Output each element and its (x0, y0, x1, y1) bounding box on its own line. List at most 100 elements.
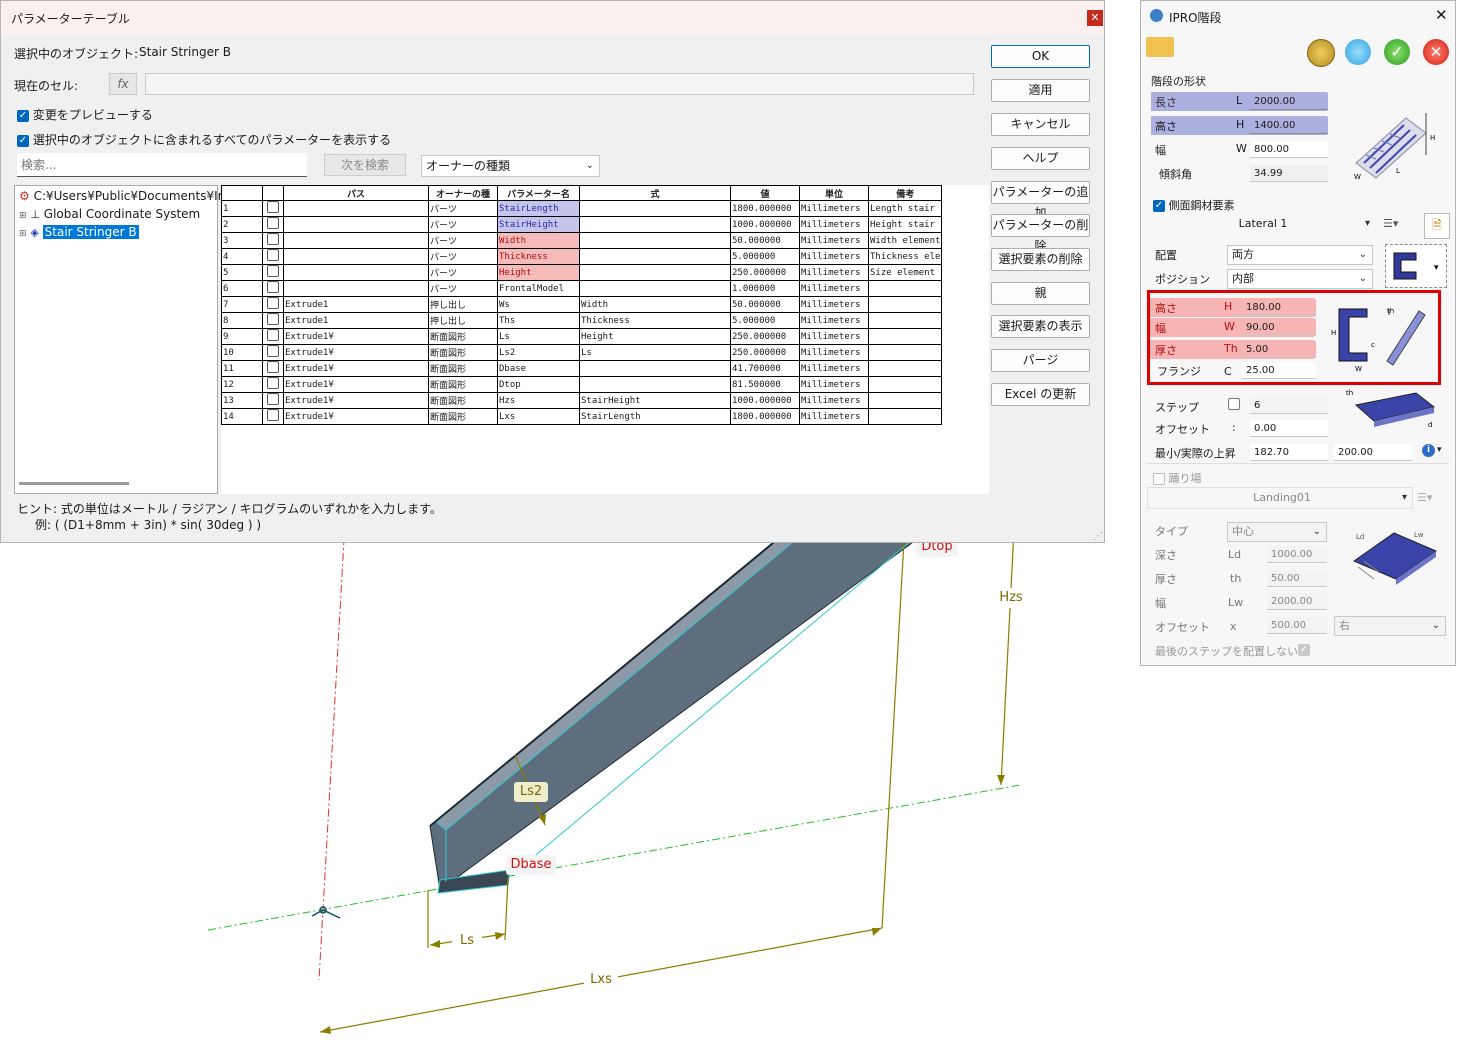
expression-cell[interactable] (579, 360, 731, 377)
path-cell[interactable] (283, 200, 429, 217)
value-cell[interactable]: 50.000000 (730, 232, 800, 249)
table-row[interactable]: 6 パーツ FrontalModel 1.000000 Millimeters (221, 280, 943, 297)
expression-cell[interactable] (579, 216, 731, 233)
param-name-cell[interactable]: Dtop (497, 376, 580, 393)
owner-cell[interactable]: パーツ (428, 216, 498, 233)
unit-cell[interactable]: Millimeters (799, 344, 869, 361)
row-checkbox-cell[interactable] (262, 312, 284, 329)
row-checkbox[interactable] (267, 217, 279, 229)
add-parameter-button[interactable]: パラメーターの追加 (991, 181, 1090, 220)
owner-cell[interactable]: 断面図形 (428, 376, 498, 393)
value-cell[interactable]: 1800.000000 (730, 200, 800, 217)
path-cell[interactable]: Extrude1¥ (283, 328, 429, 345)
row-index-cell[interactable]: 1 (221, 200, 263, 217)
find-next-button[interactable]: 次を検索 (324, 154, 406, 176)
owner-cell[interactable]: 断面図形 (428, 360, 498, 377)
col-header-param-name[interactable]: パラメーター名 (497, 185, 580, 201)
row-checkbox-cell[interactable] (262, 344, 284, 361)
row-index-cell[interactable]: 8 (221, 312, 263, 329)
note-cell[interactable] (867, 408, 943, 425)
path-cell[interactable]: Extrude1¥ (283, 360, 429, 377)
show-selection-button[interactable]: 選択要素の表示 (991, 315, 1090, 338)
note-cell[interactable] (867, 360, 943, 377)
placement-select[interactable]: 両方 ⌄ (1227, 245, 1373, 265)
path-cell[interactable]: Extrude1¥ (283, 344, 429, 361)
profile-width-input[interactable]: 90.00 (1242, 319, 1316, 336)
expression-cell[interactable] (579, 264, 731, 281)
landing-checkbox[interactable]: 踊り場 (1153, 470, 1202, 486)
profile-type-picker[interactable]: ▾ (1385, 244, 1447, 288)
depth-input[interactable]: 1000.00 (1267, 546, 1327, 563)
row-index-cell[interactable]: 3 (221, 232, 263, 249)
expression-cell[interactable]: Height (579, 328, 731, 345)
delete-selection-button[interactable]: 選択要素の削除 (991, 248, 1090, 271)
owner-cell[interactable]: パーツ (428, 248, 498, 265)
profile-thickness-input[interactable]: 5.00 (1242, 341, 1316, 358)
landing-select[interactable]: Landing01 ▾ (1147, 487, 1413, 509)
list-icon[interactable]: ☰▾ (1383, 217, 1403, 233)
expression-cell[interactable] (579, 280, 731, 297)
row-checkbox-cell[interactable] (262, 200, 284, 217)
expression-cell[interactable]: Thickness (579, 312, 731, 329)
note-cell[interactable] (867, 328, 943, 345)
row-checkbox[interactable] (267, 409, 279, 421)
table-row[interactable]: 12 Extrude1¥ 断面図形 Dtop 81.500000 Millimeters (221, 376, 943, 393)
row-checkbox[interactable] (267, 281, 279, 293)
param-name-cell[interactable]: Ws (497, 296, 580, 313)
owner-cell[interactable]: パーツ (428, 200, 498, 217)
table-row[interactable]: 8 Extrude1 押し出し Ths Thickness 5.000000 Millime… (221, 312, 943, 329)
folder-icon[interactable] (1146, 37, 1174, 57)
row-checkbox-cell[interactable] (262, 280, 284, 297)
owner-cell[interactable]: 断面図形 (428, 408, 498, 425)
row-checkbox[interactable] (267, 201, 279, 213)
row-checkbox[interactable] (267, 377, 279, 389)
landing-offset-input[interactable]: 500.00 (1267, 617, 1327, 634)
table-row[interactable]: 5 パーツ Height 250.000000 Millimeters Size elem… (221, 264, 943, 281)
search-input[interactable] (17, 153, 307, 177)
path-cell[interactable] (283, 216, 429, 233)
lateral-select[interactable]: Lateral 1 ▾ (1147, 215, 1375, 235)
expression-cell[interactable]: StairHeight (579, 392, 731, 409)
copy-icon[interactable]: 🗎 (1424, 213, 1450, 239)
unit-cell[interactable]: Millimeters (799, 232, 869, 249)
object-tree[interactable]: ⚙ C:¥Users¥Public¥Documents¥Iron ⊞ ⊥ Glo… (14, 185, 237, 494)
compass-icon[interactable] (1307, 39, 1335, 67)
unit-cell[interactable]: Millimeters (799, 328, 869, 345)
owner-cell[interactable]: パーツ (428, 232, 498, 249)
table-row[interactable]: 2 パーツ StairHeight 1000.000000 Millimeters Hei… (221, 216, 943, 233)
table-row[interactable]: 10 Extrude1¥ 断面図形 Ls2 Ls 250.000000 Millimeter… (221, 344, 943, 361)
col-header-note[interactable]: 備考 (867, 185, 943, 201)
rise-actual-value[interactable]: 200.00 (1334, 444, 1412, 461)
unit-cell[interactable]: Millimeters (799, 216, 869, 233)
value-cell[interactable]: 41.700000 (730, 360, 800, 377)
value-cell[interactable]: 50.000000 (730, 296, 800, 313)
note-cell[interactable]: Height stair (867, 216, 943, 233)
row-index-cell[interactable]: 6 (221, 280, 263, 297)
value-cell[interactable]: 250.000000 (730, 344, 800, 361)
row-checkbox[interactable] (267, 265, 279, 277)
parent-button[interactable]: 親 (991, 282, 1090, 305)
owner-type-select[interactable]: オーナーの種類 ⌄ (421, 155, 600, 177)
table-row[interactable]: 4 パーツ Thickness 5.000000 Millimeters Thicknes… (221, 248, 943, 265)
landing-side-select[interactable]: 右 ⌄ (1334, 616, 1446, 636)
row-checkbox-cell[interactable] (262, 392, 284, 409)
landing-thickness-input[interactable]: 50.00 (1267, 570, 1327, 587)
row-checkbox[interactable] (267, 345, 279, 357)
param-name-cell[interactable]: Ls2 (497, 344, 580, 361)
owner-cell[interactable]: 断面図形 (428, 392, 498, 409)
excel-update-button[interactable]: Excel の更新 (991, 383, 1090, 406)
unit-cell[interactable]: Millimeters (799, 248, 869, 265)
param-name-cell[interactable]: Hzs (497, 392, 580, 409)
note-cell[interactable]: Size element (867, 264, 943, 281)
path-cell[interactable] (283, 264, 429, 281)
unit-cell[interactable]: Millimeters (799, 376, 869, 393)
unit-cell[interactable]: Millimeters (799, 360, 869, 377)
path-cell[interactable]: Extrude1 (283, 312, 429, 329)
row-checkbox-cell[interactable] (262, 296, 284, 313)
path-cell[interactable]: Extrude1¥ (283, 408, 429, 425)
offset-input[interactable]: 0.00 (1250, 420, 1328, 437)
cancel-button[interactable]: キャンセル (991, 113, 1090, 136)
expression-cell[interactable]: Width (579, 296, 731, 313)
owner-cell[interactable]: 断面図形 (428, 344, 498, 361)
profile-height-input[interactable]: 180.00 (1242, 299, 1316, 316)
